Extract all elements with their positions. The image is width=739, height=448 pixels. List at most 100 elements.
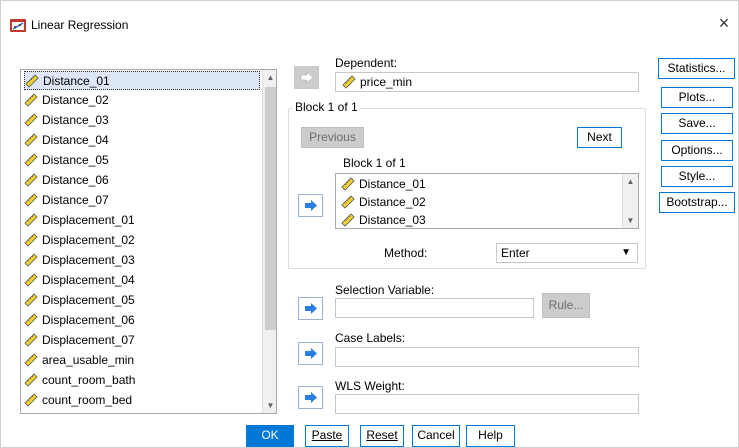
- statistics-button[interactable]: Statistics...: [658, 58, 735, 79]
- save-button[interactable]: Save...: [661, 113, 733, 134]
- style-label: Style...: [678, 169, 716, 183]
- scale-ruler-icon: [24, 93, 38, 107]
- selection-variable-label: Selection Variable:: [335, 283, 435, 297]
- scroll-up-icon[interactable]: ▲: [623, 174, 638, 189]
- dependent-field[interactable]: price_min: [335, 72, 639, 92]
- method-select[interactable]: Enter ▼: [496, 243, 638, 263]
- case-labels-field[interactable]: [335, 347, 639, 367]
- variable-list-item[interactable]: area_usable_min: [24, 351, 260, 370]
- variable-list-item[interactable]: Distance_03: [24, 111, 260, 130]
- paste-button[interactable]: Paste: [305, 425, 349, 447]
- scale-ruler-icon: [24, 333, 38, 347]
- variable-list-item[interactable]: Distance_05: [24, 151, 260, 170]
- wls-weight-field[interactable]: [335, 394, 639, 414]
- source-variable-list[interactable]: count_room_bed count_room_bath area_usable…: [20, 69, 277, 414]
- reset-label: Reset: [366, 428, 398, 442]
- variable-name: Displacement_06: [42, 313, 135, 327]
- move-to-selection-button[interactable]: [298, 297, 323, 320]
- bootstrap-button[interactable]: Bootstrap...: [659, 192, 735, 213]
- variable-list-item[interactable]: Displacement_01: [24, 211, 260, 230]
- move-to-independents-button[interactable]: [298, 194, 323, 217]
- options-button[interactable]: Options...: [661, 140, 733, 161]
- variable-list-item[interactable]: Displacement_07: [24, 331, 260, 350]
- variable-name: count_room_bed: [42, 393, 133, 407]
- scale-ruler-icon: [24, 113, 38, 127]
- variable-list-item[interactable]: Displacement_06: [24, 311, 260, 330]
- variable-name: count_room_bath: [42, 373, 136, 387]
- scale-ruler-icon: [24, 233, 38, 247]
- variable-list-item[interactable]: count_room_bed: [24, 391, 260, 410]
- style-button[interactable]: Style...: [661, 166, 733, 187]
- scroll-down-icon[interactable]: ▼: [623, 213, 638, 228]
- dependent-value: price_min: [360, 75, 413, 89]
- variable-list-item[interactable]: Distance_07: [24, 191, 260, 210]
- variable-list-scrollbar[interactable]: ▲ ▼: [262, 70, 276, 413]
- help-label: Help: [478, 428, 503, 442]
- scroll-up-icon[interactable]: ▲: [263, 70, 276, 85]
- method-label: Method:: [384, 246, 428, 260]
- variable-list-item[interactable]: Distance_02: [24, 91, 260, 110]
- dependent-label: Dependent:: [335, 56, 398, 70]
- scroll-down-icon[interactable]: ▼: [263, 398, 276, 413]
- scale-ruler-icon: [342, 75, 356, 89]
- variable-name: Distance_01: [43, 74, 110, 88]
- window-title: Linear Regression: [31, 18, 129, 32]
- ok-button[interactable]: OK: [246, 425, 294, 447]
- selection-variable-field[interactable]: [335, 298, 534, 318]
- paste-label: Paste: [311, 428, 343, 442]
- scale-ruler-icon: [24, 293, 38, 307]
- arrow-right-icon: [300, 71, 314, 84]
- rule-button[interactable]: Rule...: [542, 293, 590, 318]
- arrow-right-icon: [305, 348, 317, 359]
- save-label: Save...: [678, 116, 716, 130]
- plots-button[interactable]: Plots...: [661, 87, 733, 108]
- variable-list-item[interactable]: count_room_bath: [24, 371, 260, 390]
- chevron-down-icon: ▼: [621, 247, 631, 258]
- wls-weight-label: WLS Weight:: [335, 379, 405, 393]
- move-to-wls-weight-button[interactable]: [298, 386, 323, 409]
- variable-name: Distance_03: [42, 113, 109, 127]
- close-icon[interactable]: ×: [714, 13, 734, 34]
- variable-list-item[interactable]: Distance_06: [24, 171, 260, 190]
- independent-list-item[interactable]: Distance_01: [341, 175, 426, 194]
- statistics-label: Statistics...: [667, 61, 726, 75]
- variable-name: Displacement_02: [42, 233, 135, 247]
- cancel-button[interactable]: Cancel: [412, 425, 460, 447]
- independent-list-item[interactable]: Distance_03: [341, 211, 426, 228]
- variable-name: Distance_05: [42, 153, 109, 167]
- scale-ruler-icon: [24, 133, 38, 147]
- variable-list-item[interactable]: Distance_01: [24, 71, 260, 90]
- independents-scrollbar[interactable]: ▲ ▼: [622, 174, 638, 228]
- independent-list-item[interactable]: Distance_02: [341, 193, 426, 212]
- previous-label: Previous: [309, 130, 356, 144]
- variable-list-item[interactable]: Displacement_02: [24, 231, 260, 250]
- help-button[interactable]: Help: [466, 425, 515, 447]
- variable-list-item[interactable]: Distance_04: [24, 131, 260, 150]
- block-group-title: Block 1 of 1: [293, 100, 360, 114]
- scale-ruler-icon: [24, 273, 38, 287]
- variable-name: Displacement_01: [42, 213, 135, 227]
- scale-ruler-icon: [341, 177, 355, 191]
- next-button[interactable]: Next: [577, 127, 622, 148]
- move-to-dependent-button[interactable]: [294, 66, 319, 89]
- scale-ruler-icon: [25, 74, 39, 88]
- options-label: Options...: [671, 143, 723, 157]
- scale-ruler-icon: [24, 153, 38, 167]
- arrow-right-icon: [305, 303, 317, 314]
- variable-list-item[interactable]: Displacement_04: [24, 271, 260, 290]
- independent-variables-list[interactable]: Distance_03 Distance_02 Distance_01 ▲ ▼: [335, 173, 639, 229]
- scale-ruler-icon: [24, 213, 38, 227]
- variable-name: Displacement_05: [42, 293, 135, 307]
- ok-label: OK: [261, 428, 279, 442]
- scrollbar-thumb[interactable]: [265, 87, 276, 330]
- scale-ruler-icon: [24, 173, 38, 187]
- scale-ruler-icon: [24, 193, 38, 207]
- previous-button[interactable]: Previous: [301, 127, 364, 148]
- move-to-case-labels-button[interactable]: [298, 342, 323, 365]
- scale-ruler-icon: [24, 373, 38, 387]
- variable-list-item[interactable]: Displacement_03: [24, 251, 260, 270]
- plots-label: Plots...: [678, 90, 716, 104]
- variable-name: Displacement_04: [42, 273, 135, 287]
- reset-button[interactable]: Reset: [360, 425, 404, 447]
- variable-list-item[interactable]: Displacement_05: [24, 291, 260, 310]
